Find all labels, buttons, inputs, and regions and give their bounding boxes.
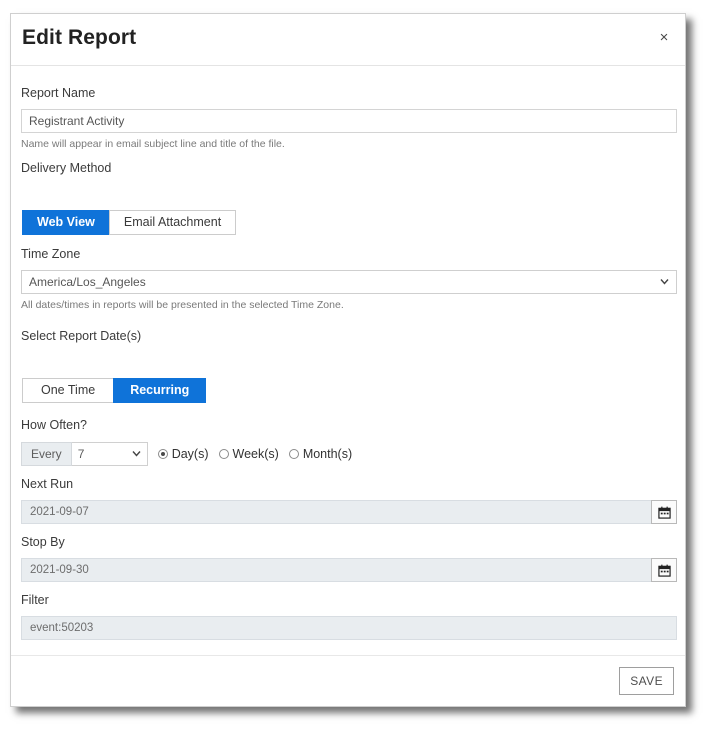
report-dates-toggle: One Time Recurring xyxy=(22,378,207,403)
stop-by-row: 2021-09-30 xyxy=(21,558,677,582)
report-name-input[interactable] xyxy=(21,109,677,133)
filter-group: Filter event:50203 xyxy=(21,593,677,640)
report-name-group: Report Name Name will appear in email su… xyxy=(21,86,677,151)
delivery-option-web-view[interactable]: Web View xyxy=(22,210,110,235)
report-dates-label: Select Report Date(s) xyxy=(21,329,142,343)
time-zone-help: All dates/times in reports will be prese… xyxy=(21,299,344,311)
delivery-method-toggle: Web View Email Attachment xyxy=(22,210,237,235)
delivery-method-group: Delivery Method xyxy=(21,161,677,176)
how-often-label: How Often? xyxy=(21,418,88,432)
next-run-label: Next Run xyxy=(21,477,74,491)
unit-radio-weeks[interactable]: Week(s) xyxy=(218,447,279,461)
dialog-body: Report Name Name will appear in email su… xyxy=(11,66,685,655)
report-name-help: Name will appear in email subject line a… xyxy=(21,138,285,150)
time-zone-select[interactable] xyxy=(21,270,677,294)
unit-radio-months[interactable]: Month(s) xyxy=(288,447,353,461)
calendar-icon[interactable] xyxy=(651,558,677,582)
delivery-method-label: Delivery Method xyxy=(21,161,112,175)
radio-dot-icon xyxy=(218,449,229,459)
radio-dot-icon xyxy=(288,449,299,459)
interval-select-wrap xyxy=(71,442,148,466)
dialog-header: Edit Report × xyxy=(11,14,685,66)
unit-radio-weeks-label: Week(s) xyxy=(232,447,279,461)
radio-dot-icon xyxy=(157,449,168,459)
save-button[interactable]: SAVE xyxy=(619,667,674,695)
every-prefix-label: Every xyxy=(21,442,72,466)
filter-value[interactable]: event:50203 xyxy=(21,616,677,640)
delivery-option-email-attachment[interactable]: Email Attachment xyxy=(108,210,237,235)
interval-select[interactable] xyxy=(71,442,148,466)
unit-radio-months-label: Month(s) xyxy=(302,447,353,461)
time-zone-label: Time Zone xyxy=(21,247,81,261)
next-run-value[interactable]: 2021-09-07 xyxy=(21,500,651,524)
next-run-group: Next Run 2021-09-07 xyxy=(21,477,677,524)
stop-by-value[interactable]: 2021-09-30 xyxy=(21,558,651,582)
edit-report-dialog: Edit Report × Report Name Name will appe… xyxy=(10,13,686,707)
how-often-group: How Often? Every Day(s) Week(s) xyxy=(21,418,677,466)
report-dates-option-one-time[interactable]: One Time xyxy=(22,378,115,403)
unit-radio-days-label: Day(s) xyxy=(171,447,209,461)
how-often-row: Every Day(s) Week(s) Month( xyxy=(21,442,677,466)
close-icon[interactable]: × xyxy=(653,27,675,49)
next-run-row: 2021-09-07 xyxy=(21,500,677,524)
time-zone-select-wrap xyxy=(21,270,677,294)
dialog-footer: SAVE xyxy=(11,655,685,707)
report-dates-group: Select Report Date(s) xyxy=(21,329,677,344)
report-name-label: Report Name xyxy=(21,86,96,100)
calendar-icon[interactable] xyxy=(651,500,677,524)
stop-by-group: Stop By 2021-09-30 xyxy=(21,535,677,582)
unit-radio-days[interactable]: Day(s) xyxy=(157,447,209,461)
page-title: Edit Report xyxy=(22,26,137,49)
stop-by-label: Stop By xyxy=(21,535,65,549)
filter-label: Filter xyxy=(21,593,49,607)
time-zone-group: Time Zone All dates/times in reports wil… xyxy=(21,247,677,312)
report-dates-option-recurring[interactable]: Recurring xyxy=(113,378,207,403)
